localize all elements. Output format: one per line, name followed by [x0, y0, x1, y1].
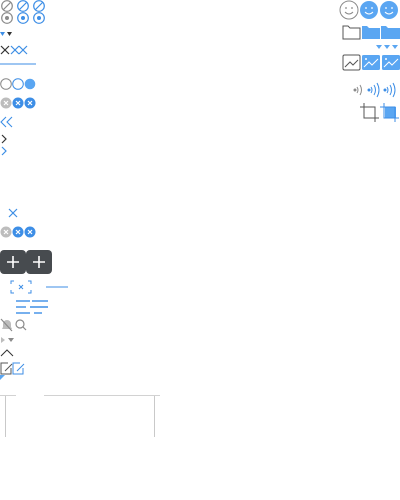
content-panel — [5, 396, 155, 437]
search-icon[interactable] — [15, 319, 27, 331]
clear-icon[interactable] — [12, 226, 24, 238]
crop-group — [360, 103, 400, 123]
signal-icon[interactable] — [383, 82, 396, 98]
caret-right-icon[interactable] — [1, 337, 5, 343]
chevron-right-icon[interactable] — [1, 146, 7, 156]
corner-marker — [0, 375, 6, 381]
dropdown-arrows — [0, 31, 16, 37]
radio-icon[interactable] — [12, 78, 24, 90]
signal-icon[interactable] — [353, 84, 362, 96]
clear-icon[interactable] — [24, 97, 36, 109]
caret-corner-icon — [0, 375, 5, 380]
bell-search-group — [0, 318, 30, 332]
align-icon[interactable] — [16, 300, 48, 314]
caret-down-icon[interactable] — [7, 32, 12, 36]
close-standalone — [8, 208, 20, 220]
folder-icon[interactable] — [362, 26, 380, 39]
image-icon[interactable] — [342, 54, 361, 71]
folder-icon[interactable] — [342, 25, 361, 40]
crop-icon[interactable] — [380, 103, 399, 122]
clear-icon[interactable] — [0, 97, 12, 109]
eye-slash-icon[interactable] — [17, 0, 29, 12]
clear-icon[interactable] — [24, 226, 36, 238]
close-icon[interactable] — [8, 208, 18, 218]
radio-icon[interactable] — [0, 78, 12, 90]
plus-icon — [33, 256, 45, 268]
caret-down-icon[interactable] — [392, 45, 398, 49]
focus-frame-icon[interactable] — [10, 280, 32, 294]
crop-icon[interactable] — [360, 103, 379, 122]
caret-gray-group — [0, 337, 16, 343]
clear-group — [0, 96, 40, 110]
eye-slash-icon[interactable] — [1, 0, 13, 12]
signal-group — [352, 82, 400, 98]
add-button[interactable] — [0, 250, 26, 274]
eye-icon[interactable] — [17, 12, 29, 24]
mute-bell-icon[interactable] — [0, 318, 13, 332]
image-icon[interactable] — [382, 55, 400, 70]
folder-group — [342, 24, 400, 40]
chevron-up-icon[interactable] — [0, 349, 14, 357]
close-icon[interactable] — [0, 45, 10, 55]
plus-icon — [7, 256, 19, 268]
smiley-icon[interactable] — [380, 1, 398, 19]
align-group — [14, 299, 50, 315]
eye-icon[interactable] — [1, 12, 13, 24]
smiley-icon[interactable] — [339, 0, 359, 20]
clear-group-2 — [0, 225, 40, 239]
smiley-icon[interactable] — [360, 1, 378, 19]
chevron-double-left-icon[interactable] — [0, 116, 13, 128]
edit-icon[interactable] — [12, 362, 25, 375]
chevron-up-group — [0, 348, 16, 358]
eye-icon[interactable] — [33, 12, 45, 24]
close-icon[interactable] — [10, 45, 20, 55]
image-icon[interactable] — [362, 55, 380, 70]
chevron-right-icon[interactable] — [1, 134, 7, 144]
caret-down-icon[interactable] — [376, 45, 382, 49]
chevron-right-blue — [0, 145, 8, 157]
add-button[interactable] — [26, 250, 52, 274]
chevron-double-left-group — [0, 116, 16, 128]
caret-down-icon[interactable] — [0, 32, 5, 36]
edit-group — [0, 362, 26, 376]
eye-slash-icon[interactable] — [33, 0, 45, 12]
chevron-right-dark — [0, 133, 8, 145]
visibility-group — [0, 12, 50, 24]
edit-icon[interactable] — [0, 362, 13, 375]
close-group — [0, 44, 40, 66]
smiley-group — [338, 0, 400, 22]
radio-group — [0, 77, 40, 91]
signal-icon[interactable] — [367, 82, 380, 98]
folder-icon[interactable] — [381, 26, 400, 39]
close-icon[interactable] — [18, 45, 28, 55]
focus-frame-group — [10, 280, 72, 294]
caret-blue-group — [375, 44, 400, 50]
visibility-off-group — [0, 0, 50, 12]
radio-selected-icon[interactable] — [24, 78, 36, 90]
caret-down-icon[interactable] — [384, 45, 390, 49]
clear-icon[interactable] — [12, 97, 24, 109]
image-group — [342, 54, 400, 72]
caret-down-icon[interactable] — [8, 338, 14, 342]
clear-icon[interactable] — [0, 226, 12, 238]
